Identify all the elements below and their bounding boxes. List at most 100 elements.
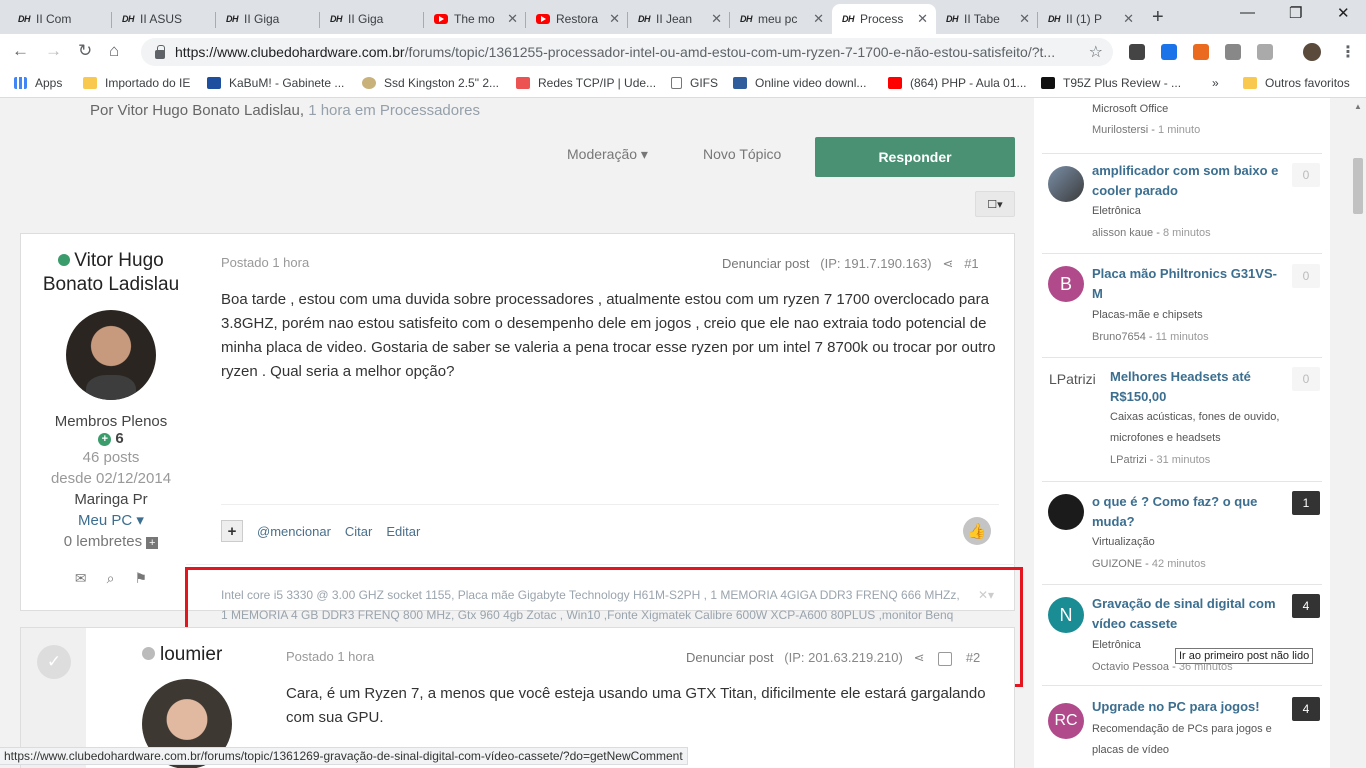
reply-count[interactable]: 0	[1292, 367, 1320, 391]
avatar[interactable]	[1048, 166, 1084, 202]
extension-download-icon[interactable]	[1129, 44, 1145, 60]
reply-count[interactable]: 4	[1292, 697, 1320, 721]
select-post-checkbox[interactable]	[938, 651, 953, 666]
address-bar[interactable]: https://www.clubedohardware.com.br /foru…	[141, 38, 1113, 66]
author-name[interactable]: loumier	[142, 644, 222, 666]
my-pc-dropdown[interactable]: Meu PC ▾	[21, 510, 201, 531]
bookmark-item[interactable]: Redes TCP/IP | Ude...	[516, 76, 656, 90]
bookmark-item[interactable]: Online video downl...	[733, 76, 866, 90]
avatar[interactable]: RC	[1048, 703, 1084, 739]
close-icon[interactable]: ✕	[813, 11, 824, 27]
close-icon[interactable]: ✕	[1123, 11, 1134, 27]
message-icon[interactable]: ✉	[75, 570, 87, 587]
close-icon[interactable]: ✕	[1019, 11, 1030, 27]
reply-count[interactable]: 4	[1292, 594, 1320, 618]
bookmark-apps[interactable]: Apps	[14, 76, 62, 90]
close-icon[interactable]: ✕	[507, 11, 518, 27]
topic-title[interactable]: Melhores Headsets até R$150,00	[1110, 367, 1290, 407]
topic-category[interactable]: Placas-mãe e chipsets	[1092, 305, 1292, 326]
close-icon[interactable]: ✕	[609, 11, 620, 27]
reply-count[interactable]: 0	[1292, 163, 1320, 187]
reload-icon[interactable]: ↻	[78, 41, 92, 61]
close-window-icon[interactable]: ✕	[1337, 4, 1350, 22]
new-tab-button[interactable]: +	[1152, 6, 1164, 29]
scrollbar-thumb[interactable]	[1353, 158, 1363, 214]
close-icon[interactable]: ✕	[917, 11, 928, 27]
avatar[interactable]: B	[1048, 266, 1084, 302]
reply-button[interactable]: Responder	[815, 137, 1015, 177]
browser-tab[interactable]: DH II ASUS	[112, 4, 216, 34]
like-icon[interactable]: 👍	[963, 517, 991, 545]
maximize-icon[interactable]: ❐	[1289, 4, 1302, 22]
topic-category[interactable]: Caixas acústicas, fones de ouvido, micro…	[1110, 407, 1280, 449]
browser-tab-active[interactable]: DH Process ✕	[832, 4, 936, 34]
edit-link[interactable]: Editar	[386, 524, 420, 539]
author-name[interactable]: Vitor Hugo Bonato Ladislau	[21, 249, 201, 297]
sidebar-topic[interactable]: B Placa mão Philtronics G31VS-M Placas-m…	[1042, 258, 1322, 358]
multi-select-toggle[interactable]: ☐▾	[975, 191, 1015, 217]
bookmark-other[interactable]: Outros favoritos	[1243, 76, 1350, 90]
topic-category[interactable]: Recomendação de PCs para jogos e placas …	[1092, 719, 1292, 761]
topic-title[interactable]: Placa mão Philtronics G31VS-M	[1092, 264, 1282, 304]
back-icon[interactable]: ←	[12, 41, 29, 61]
multiquote-button[interactable]: +	[221, 520, 243, 542]
avatar[interactable]: N	[1048, 597, 1084, 633]
sidebar-topic[interactable]: amplificador com som baixo e cooler para…	[1042, 157, 1322, 254]
topic-category[interactable]: Eletrônica	[1092, 201, 1292, 222]
bookmarks-overflow[interactable]: »	[1212, 76, 1219, 90]
browser-tab[interactable]: DH II Giga	[216, 4, 320, 34]
browser-tab[interactable]: The mo ✕	[424, 4, 526, 34]
topic-category[interactable]: Microsoft Office	[1092, 99, 1292, 120]
browser-tab[interactable]: Restora ✕	[526, 4, 628, 34]
minimize-icon[interactable]: —	[1240, 4, 1255, 21]
report-post-link[interactable]: Denunciar post	[722, 256, 809, 271]
reply-count[interactable]: 1	[1292, 491, 1320, 515]
avatar-broken-image[interactable]: LPatrizi	[1049, 371, 1105, 387]
post-date[interactable]: Postado 1 hora	[221, 255, 309, 270]
browser-tab[interactable]: DH meu pc ✕	[730, 4, 832, 34]
sidebar-topic[interactable]: Microsoft Office Murilostersi - 1 minuto	[1042, 98, 1322, 154]
avatar[interactable]	[66, 310, 156, 400]
avatar[interactable]	[1048, 494, 1084, 530]
sidebar-topic[interactable]: LPatrizi Melhores Headsets até R$150,00 …	[1042, 361, 1322, 482]
bookmark-item[interactable]: (864) PHP - Aula 01...	[888, 76, 1027, 90]
browser-tab[interactable]: DH II (1) P ✕	[1038, 4, 1142, 34]
bookmark-item[interactable]: GIFS	[671, 76, 718, 90]
bookmark-item[interactable]: Importado do IE	[83, 76, 190, 90]
close-icon[interactable]: ✕	[711, 11, 722, 27]
share-icon[interactable]: ⋖	[942, 256, 953, 271]
report-post-link[interactable]: Denunciar post	[686, 650, 773, 665]
post-date[interactable]: Postado 1 hora	[286, 649, 374, 664]
scroll-up-icon[interactable]: ▲	[1354, 102, 1362, 111]
reminders[interactable]: 0 lembretes +	[21, 531, 201, 552]
home-icon[interactable]: ⌂	[109, 41, 119, 61]
browser-menu-icon[interactable]: ⋮	[1340, 42, 1356, 62]
sidebar-topic[interactable]: o que é ? Como faz? o que muda? Virtuali…	[1042, 485, 1322, 585]
reply-count[interactable]: 0	[1292, 264, 1320, 288]
mention-link[interactable]: @mencionar	[257, 524, 331, 539]
post-number[interactable]: #1	[964, 256, 978, 271]
extension-bookmark-icon[interactable]	[1161, 44, 1177, 60]
bookmark-item[interactable]: KaBuM! - Gabinete ...	[207, 76, 344, 90]
sidebar-topic[interactable]: RC Upgrade no PC para jogos! Recomendaçã…	[1042, 689, 1322, 768]
extension-office-icon[interactable]	[1193, 44, 1209, 60]
forward-icon[interactable]: →	[45, 41, 62, 61]
topic-title[interactable]: Upgrade no PC para jogos!	[1092, 697, 1282, 717]
sidebar-topic[interactable]: N Gravação de sinal digital com vídeo ca…	[1042, 588, 1322, 686]
topic-title[interactable]: o que é ? Como faz? o que muda?	[1092, 492, 1282, 532]
topic-title[interactable]: Gravação de sinal digital com vídeo cass…	[1092, 594, 1282, 634]
new-topic-button[interactable]: Novo Tópico	[703, 146, 781, 162]
quote-link[interactable]: Citar	[345, 524, 372, 539]
post-number[interactable]: #2	[966, 650, 980, 665]
flag-icon[interactable]: ⚑	[135, 570, 148, 587]
topic-title[interactable]: amplificador com som baixo e cooler para…	[1092, 161, 1282, 201]
browser-tab[interactable]: DH II Giga	[320, 4, 424, 34]
extension-translate-icon[interactable]	[1257, 44, 1273, 60]
moderation-menu[interactable]: Moderação ▾	[567, 146, 648, 163]
browser-tab[interactable]: DH II Jean ✕	[628, 4, 730, 34]
topic-category[interactable]: Virtualização	[1092, 532, 1292, 553]
browser-tab[interactable]: DH II Tabe ✕	[936, 4, 1038, 34]
page-scrollbar[interactable]: ▲	[1350, 98, 1366, 768]
extension-camera-icon[interactable]	[1225, 44, 1241, 60]
share-icon[interactable]: ⋖	[914, 650, 925, 665]
